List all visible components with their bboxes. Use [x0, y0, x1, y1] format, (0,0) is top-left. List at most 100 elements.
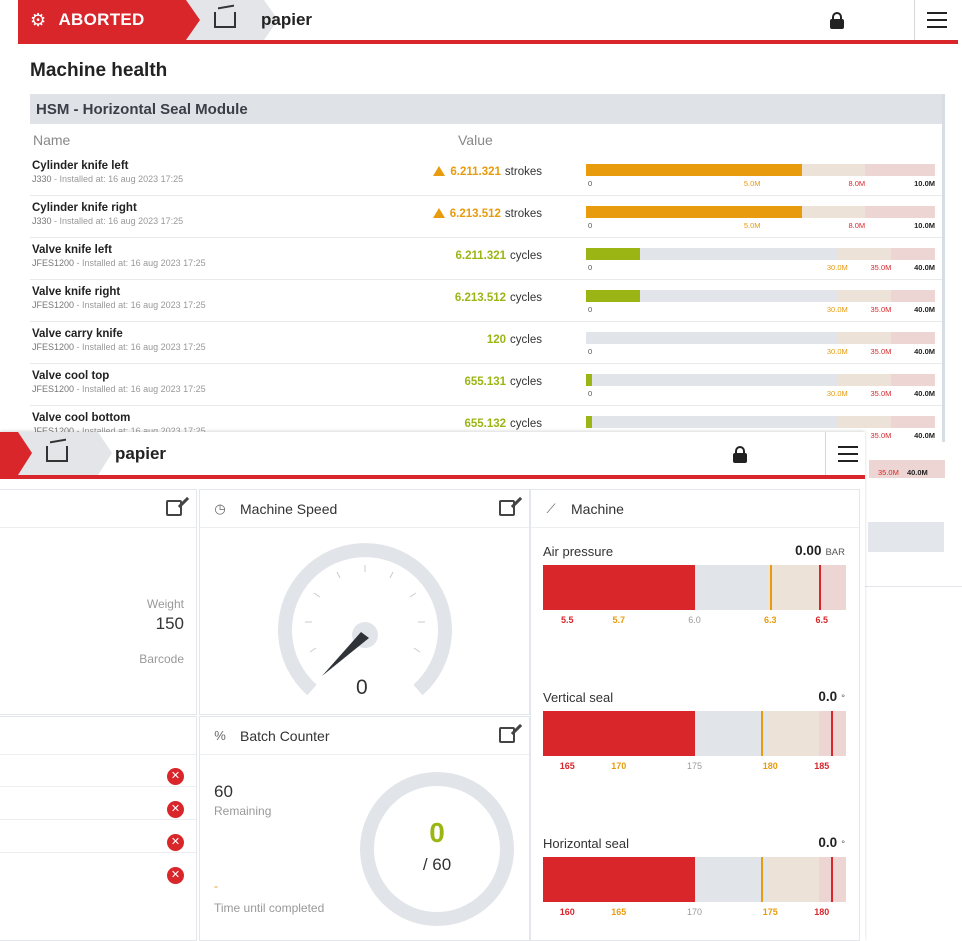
tick-label: 0: [588, 389, 593, 398]
row-installed-label: - Installed at:: [76, 384, 129, 394]
tick-label: 10.0M: [914, 179, 935, 188]
machine-speed-card: ◷ Machine Speed 0: [199, 489, 530, 715]
weight-value: 150: [155, 614, 184, 633]
card-header: % Batch Counter: [200, 717, 529, 755]
metric-title: Horizontal seal: [543, 836, 629, 851]
table-row[interactable]: Valve cool top JFES1200 - Installed at: 1…: [30, 364, 942, 406]
edit-icon[interactable]: [499, 727, 515, 743]
metric-unit: BAR: [825, 547, 845, 558]
tick-label: 180: [814, 907, 830, 917]
bar-warning-line: [761, 857, 764, 902]
row-name: Valve carry knife: [32, 328, 123, 340]
tick-label: 35.0M: [870, 347, 892, 356]
metric-bar: [543, 565, 846, 610]
row-installed-date: 16 aug 2023 17:25: [130, 300, 206, 310]
usage-bar: [586, 416, 935, 428]
bar-low-zone: [543, 857, 695, 902]
card-header: ◷ Machine Speed: [200, 490, 529, 528]
bar-fill: [586, 290, 641, 302]
tick-label: 5.0M: [743, 221, 761, 230]
table-row[interactable]: Valve knife left JFES1200 - Installed at:…: [30, 238, 942, 280]
row-code: JFES1200: [32, 258, 75, 268]
card-header: [0, 490, 196, 528]
tick-label: 165: [611, 907, 627, 917]
value-unit: cycles: [510, 292, 542, 304]
row-value: 655.131 cycles: [464, 376, 542, 388]
usage-bar: [586, 290, 935, 302]
close-circle-icon[interactable]: ✕: [167, 801, 184, 818]
close-circle-icon[interactable]: ✕: [167, 768, 184, 785]
batch-remaining-label: Remaining: [214, 804, 272, 818]
top-bar: ⚙ ABORTED papier: [18, 0, 958, 44]
hidden-row-ticks: 35.0M 40.0M: [878, 468, 928, 477]
table-row[interactable]: Cylinder knife left J330 - Installed at: …: [30, 154, 942, 196]
metric-value: 0.00 BAR: [795, 543, 845, 558]
bar-warning-zone: [837, 374, 892, 386]
row-value: 120 cycles: [487, 334, 542, 346]
tick-label: 0: [588, 305, 593, 314]
menu-icon[interactable]: [825, 432, 869, 475]
table-row[interactable]: Cylinder knife right J330 - Installed at:…: [30, 196, 942, 238]
percent-icon: %: [214, 728, 226, 743]
status-badge[interactable]: ⚙ ABORTED: [18, 0, 186, 40]
tick-label: 30.0M: [826, 347, 848, 356]
bar-ticks: 0 30.0M 35.0M 40.0M: [586, 347, 935, 357]
machine-card: ⟋ Machine Air pressure 0.00 BAR 5.5 5.7 6.0 6.…: [530, 489, 860, 941]
row-subtitle: JFES1200 - Installed at: 16 aug 2023 17:…: [32, 300, 206, 310]
metric-bar: [543, 857, 846, 902]
tick-label: 160: [559, 907, 575, 917]
tick-label: 5.0M: [743, 179, 761, 188]
bar-limit-line: [818, 565, 821, 610]
tick-label: 10.0M: [914, 221, 935, 230]
metric-ticks: 160 165 170 175 180: [543, 907, 846, 919]
bar-fill: [586, 374, 592, 386]
metric-unit: °: [841, 693, 845, 704]
bar-warning-zone: [802, 164, 866, 176]
row-name: Valve cool bottom: [32, 412, 131, 424]
lock-icon[interactable]: [733, 446, 747, 463]
dashboard-window: papier Weight 150 Barcode ◷ Machine Spee…: [0, 432, 865, 941]
bar-fill: [586, 206, 803, 218]
card-header: [0, 717, 196, 755]
breadcrumb-factory[interactable]: [18, 432, 112, 475]
tick-label: 40.0M: [914, 389, 935, 398]
row-name: Cylinder knife right: [32, 202, 137, 214]
barcode-label: Barcode: [139, 652, 184, 666]
status-label: ABORTED: [58, 10, 145, 29]
card-header: ⟋ Machine: [531, 490, 859, 528]
row-code: JFES1200: [32, 384, 75, 394]
menu-icon[interactable]: [914, 0, 958, 40]
gear-icon: ⚙: [30, 9, 47, 30]
bar-warning-zone: [837, 290, 892, 302]
row-installed-label: - Installed at:: [54, 174, 106, 184]
usage-bar: [586, 374, 935, 386]
breadcrumb-factory[interactable]: [186, 0, 278, 40]
bar-low-zone: [543, 565, 695, 610]
warning-icon: [432, 208, 445, 218]
metric-number: 0.00: [795, 543, 822, 558]
row-name: Cylinder knife left: [32, 160, 129, 172]
chart-line-icon: ⟋: [546, 500, 556, 516]
edit-icon[interactable]: [499, 500, 515, 516]
metric-bar: [543, 711, 846, 756]
row-installed-date: 16 aug 2023 17:25: [108, 216, 184, 226]
edit-icon[interactable]: [166, 500, 182, 516]
health-table-body: Cylinder knife left J330 - Installed at: …: [30, 154, 942, 438]
divider: [862, 586, 962, 587]
tick-label: 8.0M: [848, 221, 866, 230]
row-code: J330: [32, 216, 52, 226]
background-panel-edge: [868, 522, 944, 552]
tick-label: 30.0M: [826, 389, 848, 398]
tick-label: 175: [686, 761, 703, 771]
table-row[interactable]: Valve carry knife JFES1200 - Installed at…: [30, 322, 942, 364]
close-circle-icon[interactable]: ✕: [167, 834, 184, 851]
close-circle-icon[interactable]: ✕: [167, 867, 184, 884]
lock-icon[interactable]: [830, 12, 844, 29]
metric-title: Air pressure: [543, 544, 614, 559]
value-unit: cycles: [510, 418, 542, 430]
tick-label: 175: [762, 907, 778, 917]
table-row[interactable]: Valve knife right JFES1200 - Installed at…: [30, 280, 942, 322]
tick-label: 40.0M: [914, 305, 935, 314]
bar-critical-zone: [891, 374, 935, 386]
bar-critical-zone: [891, 416, 935, 428]
